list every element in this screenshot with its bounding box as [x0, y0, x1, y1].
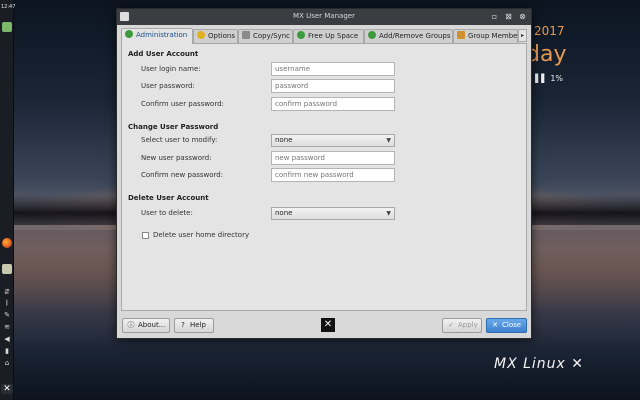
window-titlebar[interactable]: MX User Manager ▫ ⊠ ⊗ [117, 9, 531, 25]
tab-administration[interactable]: Administration [121, 28, 193, 44]
users-icon[interactable] [2, 22, 12, 32]
select-user-value: none [275, 136, 293, 144]
conky-cpu-percent: 1% [550, 74, 564, 83]
apply-button[interactable]: ✓ Apply [442, 318, 482, 333]
window-title: MX User Manager [293, 12, 355, 20]
bluetooth-icon[interactable]: ᛒ [0, 299, 14, 307]
tab-free-up-space[interactable]: Free Up Space [293, 29, 364, 43]
user-icon [297, 31, 305, 39]
section-change-password: Change User Password [128, 123, 219, 131]
battery-icon[interactable]: ▮ [0, 347, 14, 355]
panel-clock[interactable]: 12:47 [1, 4, 15, 10]
files-icon[interactable] [2, 264, 12, 274]
select-user-label: Select user to modify: [141, 136, 218, 144]
confirm-password-label: Confirm user password: [141, 100, 224, 108]
conky-day: day [526, 42, 567, 67]
tab-add-remove-groups[interactable]: Add/Remove Groups [364, 29, 453, 43]
chevron-down-icon: ▼ [386, 210, 391, 217]
maximize-icon[interactable]: ⊠ [503, 11, 514, 22]
section-add-user: Add User Account [128, 50, 199, 58]
firefox-icon[interactable] [2, 238, 12, 248]
password-label: User password: [141, 82, 195, 90]
password-input[interactable] [271, 79, 395, 93]
delete-user-dropdown[interactable]: none ▼ [271, 207, 395, 220]
user-manager-window: MX User Manager ▫ ⊠ ⊗ Administration Opt… [116, 8, 532, 339]
options-icon [197, 31, 205, 39]
mx-menu-icon[interactable]: ✕ [1, 384, 13, 394]
close-button[interactable]: ✕ Close [486, 318, 527, 333]
members-icon [457, 31, 465, 39]
delete-home-checkbox[interactable] [142, 232, 149, 239]
username-input[interactable] [271, 62, 395, 76]
check-icon: ✓ [448, 321, 454, 329]
tab-group-members[interactable]: Group Members [453, 29, 518, 43]
mx-linux-brand: MX Linux ✕ [494, 356, 585, 372]
help-icon: ? [181, 321, 185, 329]
delete-user-value: none [275, 209, 293, 217]
close-x-icon: ✕ [492, 321, 498, 329]
wifi-icon[interactable]: ≋ [0, 323, 14, 331]
conky-year: 2017 [534, 24, 565, 38]
administration-panel: Add User Account User login name: User p… [121, 43, 527, 311]
mx-logo-icon: ✕ [321, 318, 335, 332]
new-password-label: New user password: [141, 154, 212, 162]
minimize-icon[interactable]: ▫ [489, 11, 500, 22]
user-to-delete-label: User to delete: [141, 209, 193, 217]
conky-cpu-icon: ▐▐ [532, 74, 545, 83]
left-panel: 12:47 ⇵ ᛒ ✎ ≋ ◀ ▮ ⌂ ✕ [0, 0, 15, 400]
user-admin-icon [125, 30, 133, 38]
new-password-input[interactable] [271, 151, 395, 165]
login-label: User login name: [141, 65, 201, 73]
info-icon: ⓘ [127, 321, 135, 329]
tab-bar: Administration Options Copy/Sync Free Up… [121, 28, 529, 44]
tab-options[interactable]: Options [193, 29, 238, 43]
section-delete-user: Delete User Account [128, 194, 209, 202]
clipboard-icon[interactable]: ✎ [0, 311, 14, 319]
conky-cpu: ▐▐ 1% [532, 74, 563, 83]
home-icon[interactable]: ⌂ [0, 359, 14, 367]
copy-icon [242, 31, 250, 39]
confirm-new-password-input[interactable] [271, 168, 395, 182]
tab-scroll-right[interactable]: ▸ [518, 29, 527, 42]
volume-icon[interactable]: ◀ [0, 335, 14, 343]
close-icon[interactable]: ⊗ [517, 11, 528, 22]
network-icon[interactable]: ⇵ [0, 288, 14, 296]
confirm-password-input[interactable] [271, 97, 395, 111]
help-button[interactable]: ? Help [174, 318, 214, 333]
delete-home-label: Delete user home directory [153, 231, 250, 239]
chevron-down-icon: ▼ [386, 137, 391, 144]
select-user-dropdown[interactable]: none ▼ [271, 134, 395, 147]
confirm-new-password-label: Confirm new password: [141, 171, 224, 179]
about-button[interactable]: ⓘ About... [122, 318, 170, 333]
tab-copy-sync[interactable]: Copy/Sync [238, 29, 293, 43]
group-icon [368, 31, 376, 39]
